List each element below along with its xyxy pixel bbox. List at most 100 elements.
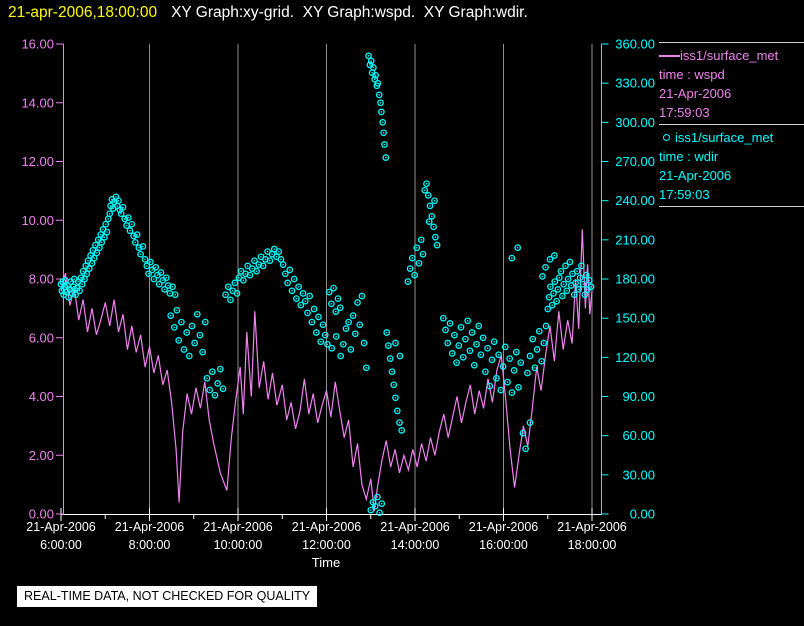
- wdir-point-center: [102, 228, 104, 231]
- wdir-point-center: [381, 502, 383, 505]
- wdir-point-center: [208, 389, 211, 391]
- right-axis-tick-label: 120.00: [615, 350, 655, 365]
- wdir-point-center: [460, 326, 462, 329]
- wdir-point-center: [171, 286, 174, 288]
- wdir-point-center: [308, 295, 311, 297]
- wdir-point-center: [211, 370, 214, 373]
- wdir-point-center: [522, 432, 524, 434]
- x-tick-date: 21-Apr-2006: [292, 520, 362, 534]
- left-axis-tick-label: 0.00: [29, 507, 54, 522]
- wdir-point-center: [380, 111, 383, 113]
- wdir-point-center: [416, 246, 418, 249]
- wdir-point-center: [339, 306, 342, 309]
- wdir-point-center: [169, 314, 172, 317]
- wdir-point-center: [365, 367, 368, 369]
- wdir-point-center: [573, 293, 576, 296]
- wdir-point-center: [580, 265, 583, 267]
- wdir-point-center: [570, 284, 572, 287]
- wdir-point-center: [108, 212, 111, 215]
- wdir-point-center: [361, 295, 363, 297]
- wdir-point-center: [549, 258, 551, 261]
- x-tick-date: 21-Apr-2006: [380, 520, 450, 534]
- wdir-point-center: [149, 261, 152, 263]
- left-axis-tick-label: 14.00: [21, 95, 54, 110]
- wdir-point-center: [371, 71, 373, 74]
- right-axis-tick-label: 300.00: [615, 115, 655, 130]
- legend-series-name: iss1/surface_met: [675, 130, 774, 145]
- wdir-point-center: [560, 270, 562, 273]
- wdir-point-center: [497, 353, 500, 356]
- wdir-point-center: [431, 215, 433, 218]
- wdir-point-center: [486, 347, 489, 350]
- legend-entry-wdir: iss1/surface_met time : wdir 21-Apr-2006 17…: [659, 128, 804, 204]
- legend: iss1/surface_met time : wspd 21-Apr-2006 17…: [659, 40, 804, 210]
- x-tick-date: 21-Apr-2006: [115, 520, 185, 534]
- x-tick-date: 21-Apr-2006: [26, 520, 96, 534]
- wdir-point-center: [538, 330, 541, 333]
- wdir-point-center: [77, 280, 80, 283]
- wdir-point-center: [324, 334, 327, 336]
- wdir-point-center: [169, 292, 171, 295]
- legend-series-name: iss1/surface_met: [680, 48, 779, 63]
- wdir-point-center: [73, 278, 76, 280]
- wdir-point-center: [231, 290, 234, 292]
- wdir-point-center: [511, 391, 513, 394]
- wdir-point-center: [547, 308, 549, 310]
- x-tick-time: 6:00:00: [40, 538, 82, 552]
- wdir-point-center: [584, 293, 586, 296]
- wdir-point-center: [300, 304, 302, 306]
- wdir-point-center: [482, 337, 484, 339]
- left-axis-tick-label: 2.00: [29, 448, 54, 463]
- wdir-point-center: [567, 278, 569, 280]
- wdir-point-center: [585, 274, 587, 276]
- wdir-point-center: [411, 257, 414, 259]
- wdir-point-center: [88, 267, 91, 270]
- right-axis-tick-label: 30.00: [622, 467, 655, 482]
- x-tick-date: 21-Apr-2006: [203, 520, 273, 534]
- wdir-point-center: [66, 284, 69, 287]
- wdir-point-center: [275, 255, 278, 258]
- wdir-point-center: [113, 201, 116, 203]
- wdir-point-center: [335, 335, 338, 338]
- wdir-point-center: [331, 347, 333, 350]
- wdir-point-center: [577, 288, 580, 291]
- wdir-point-center: [504, 346, 507, 348]
- legend-divider: [659, 42, 804, 43]
- legend-series-name-row: iss1/surface_met: [659, 128, 804, 147]
- wdir-point-center: [328, 291, 331, 293]
- wdir-point-center: [129, 229, 131, 232]
- wdir-point-center: [69, 280, 72, 283]
- wdir-point-center: [125, 224, 128, 227]
- x-tick-time: 16:00:00: [479, 538, 528, 552]
- wdir-point-center: [590, 286, 592, 288]
- wdir-point-center: [174, 293, 176, 296]
- wdir-point-center: [260, 255, 262, 258]
- quality-banner: REAL-TIME DATA, NOT CHECKED FOR QUALITY: [17, 586, 318, 607]
- wdir-point-center: [352, 314, 354, 317]
- wdir-point-center: [566, 290, 568, 292]
- wdir-point-center: [451, 352, 454, 355]
- wdir-point-center: [82, 270, 84, 273]
- wdir-point-center: [85, 265, 87, 267]
- wdir-point-center: [549, 286, 552, 288]
- wdir-point-center: [311, 321, 313, 323]
- wdir-point-center: [517, 386, 520, 389]
- wdir-point-center: [185, 331, 188, 334]
- wdir-point-center: [146, 265, 148, 267]
- wdir-point-center: [153, 278, 155, 280]
- wdir-point-center: [201, 351, 204, 353]
- wdir-point-center: [350, 348, 352, 351]
- wdir-point-center: [304, 300, 307, 303]
- wdir-point-center: [553, 254, 556, 257]
- wdir-point-center: [158, 283, 160, 286]
- wdir-point-center: [176, 309, 178, 312]
- x-axis-title: Time: [311, 555, 341, 570]
- wdir-point-center: [293, 278, 296, 280]
- wdir-point-center: [313, 308, 315, 310]
- legend-divider: [659, 206, 804, 207]
- wdir-point-center: [156, 274, 159, 276]
- wdir-point-center: [579, 276, 581, 279]
- legend-entry-wspd: iss1/surface_met time : wspd 21-Apr-2006 17…: [659, 46, 804, 122]
- wdir-point-center: [249, 274, 251, 276]
- wdir-point-center: [238, 276, 240, 279]
